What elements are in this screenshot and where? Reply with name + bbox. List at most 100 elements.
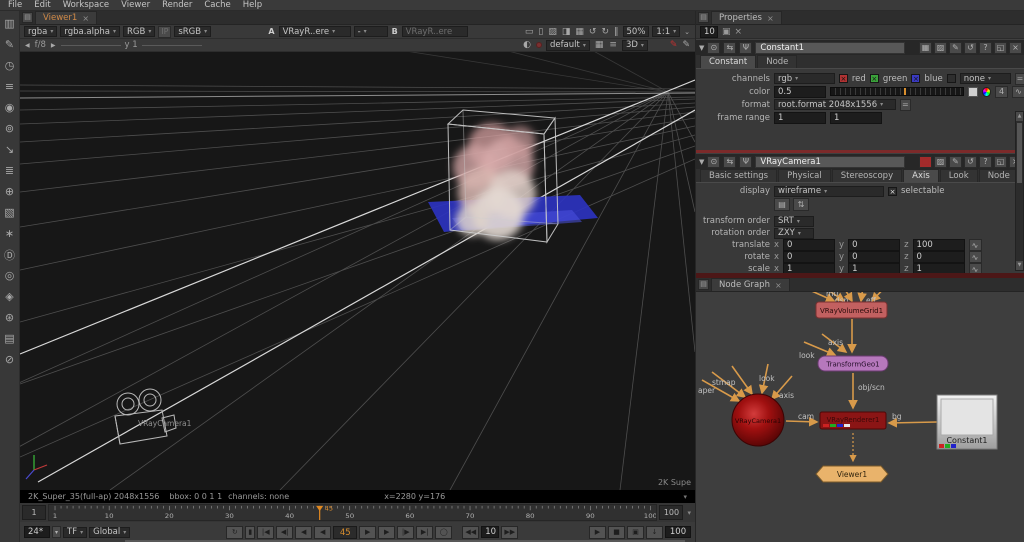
draw-icon[interactable]: ✎: [1, 34, 19, 55]
gamma-label[interactable]: y 1: [125, 40, 138, 50]
stop-render-button[interactable]: ■: [608, 525, 625, 539]
b-input-dropdown[interactable]: VRayR..ere: [401, 26, 468, 37]
thumbnail2-button[interactable]: ▨: [934, 41, 947, 54]
red-checkbox[interactable]: ×: [838, 74, 848, 83]
properties-scrollbar[interactable]: ▲ ▼: [1015, 111, 1024, 271]
menu-render[interactable]: Render: [156, 0, 198, 10]
gamma-slider[interactable]: [141, 44, 202, 46]
layer-dropdown[interactable]: rgba ▾: [24, 26, 58, 37]
close-icon[interactable]: ×: [775, 281, 782, 290]
tab-node-graph[interactable]: Node Graph ×: [711, 278, 790, 291]
proxy-mode-icon[interactable]: ▨: [547, 27, 558, 37]
scale-x-field[interactable]: 1: [783, 263, 836, 273]
viewer-process-dropdown[interactable]: default ▾: [545, 39, 590, 51]
viewer-lut-dropdown[interactable]: sRGB ▾: [174, 26, 212, 37]
node-transformgeo[interactable]: TransformGeo1: [817, 355, 889, 372]
display-dropdown[interactable]: wireframe ▾: [774, 185, 884, 197]
ocio-icon[interactable]: ⊘: [1, 349, 19, 370]
update-icon[interactable]: ↻: [600, 27, 610, 37]
timeline-ruler[interactable]: 1 10 20 30 40 50 60 70 80 90 100 45: [48, 504, 658, 521]
gain-label[interactable]: f/8: [35, 40, 46, 50]
menu-edit[interactable]: Edit: [28, 0, 56, 10]
scale-y-field[interactable]: 1: [848, 263, 901, 273]
input-process-button[interactable]: IP: [158, 25, 172, 38]
close-icon[interactable]: ×: [82, 14, 89, 23]
transform-icon[interactable]: ⊕: [1, 181, 19, 202]
time-icon[interactable]: ◷: [1, 55, 19, 76]
menu-help[interactable]: Help: [237, 0, 268, 10]
channels-fork-icon[interactable]: Ψ: [739, 41, 753, 54]
monitor-out-icon[interactable]: ◨: [561, 27, 572, 37]
alpha-layer-dropdown[interactable]: rgba.alpha ▾: [60, 26, 120, 37]
color-swatch[interactable]: [968, 86, 978, 97]
scrollbar-thumb[interactable]: [1017, 123, 1022, 183]
close-panel-button[interactable]: ×: [1009, 41, 1022, 54]
tab-constant[interactable]: Constant: [700, 55, 757, 68]
frame-range-start[interactable]: 1: [22, 505, 46, 520]
chevron-down-icon[interactable]: ⌄: [683, 28, 691, 36]
frame-range-out-field[interactable]: 1: [830, 111, 882, 124]
roto-pencil-off-icon[interactable]: ✎: [681, 40, 691, 50]
channels-fork-icon[interactable]: Ψ: [739, 155, 753, 168]
node-title-field[interactable]: Constant1: [755, 41, 906, 54]
transform-order-dropdown[interactable]: SRT ▾: [774, 215, 814, 227]
tab-basic-settings[interactable]: Basic settings: [700, 169, 778, 182]
current-frame-field[interactable]: 45: [333, 525, 358, 539]
thumbnail-button[interactable]: ▦: [919, 41, 932, 54]
max-panels-field[interactable]: 10: [700, 25, 718, 38]
fps-field[interactable]: 24*: [24, 526, 50, 538]
close-icon[interactable]: ×: [767, 14, 774, 23]
tab-look[interactable]: Look: [939, 169, 978, 182]
thumbnail2-button[interactable]: ▨: [934, 155, 947, 168]
rotate-x-field[interactable]: 0: [783, 251, 836, 263]
2d-3d-mode-dropdown[interactable]: 3D ▾: [621, 39, 648, 51]
frame-increment-field[interactable]: 10: [481, 526, 500, 538]
ab-mode-dropdown[interactable]: - ▾: [353, 26, 388, 37]
frame-range-end[interactable]: 100: [659, 505, 684, 520]
node-constant[interactable]: Constant1: [936, 394, 998, 450]
display-channels-dropdown[interactable]: RGB ▾: [123, 26, 156, 37]
center-node-icon[interactable]: ⊙: [707, 41, 721, 54]
node-title-field[interactable]: VRayCamera1: [755, 155, 906, 168]
flipbook-button[interactable]: ▶: [589, 525, 606, 539]
panel-menu-icon[interactable]: ▤: [698, 279, 709, 290]
revert-button[interactable]: ↺: [964, 155, 977, 168]
gain-slider[interactable]: [60, 44, 121, 46]
pin-button[interactable]: ✎: [949, 41, 962, 54]
scroll-up-icon[interactable]: ▲: [1016, 112, 1023, 121]
roto-pencil-icon[interactable]: ✎: [670, 40, 678, 50]
render-button[interactable]: ↓: [646, 525, 663, 539]
rotation-order-dropdown[interactable]: ZXY ▾: [774, 227, 814, 239]
refresh-icon[interactable]: ↺: [588, 27, 598, 37]
node-viewer[interactable]: Viewer1: [815, 465, 889, 483]
3d-icon[interactable]: ▧: [1, 202, 19, 223]
equals-button[interactable]: =: [900, 98, 911, 111]
menu-cache[interactable]: Cache: [198, 0, 236, 10]
range-mode-dropdown[interactable]: Global ▾: [89, 526, 131, 538]
menu-viewer[interactable]: Viewer: [115, 0, 156, 10]
tab-properties[interactable]: Properties ×: [711, 11, 782, 24]
blue-checkbox[interactable]: ×: [911, 74, 921, 83]
mask-dropdown[interactable]: none ▾: [959, 73, 1011, 84]
chevron-down-icon[interactable]: ▾: [685, 509, 693, 517]
toolsets-icon[interactable]: ⊛: [1, 307, 19, 328]
gl-color-button[interactable]: ■: [919, 155, 932, 168]
tab-physical[interactable]: Physical: [778, 169, 831, 182]
equals-button[interactable]: =: [1015, 72, 1024, 85]
tf-dropdown[interactable]: TF ▾: [63, 526, 88, 538]
animation-curve-button[interactable]: ∿: [968, 239, 982, 251]
collapse-icon[interactable]: ▼: [699, 44, 704, 52]
step-back-button[interactable]: ◀: [295, 525, 313, 539]
selectable-checkbox[interactable]: ×: [888, 186, 897, 196]
close-all-icon[interactable]: ×: [735, 27, 743, 37]
deep-icon[interactable]: Ⓓ: [1, 244, 19, 265]
playback-mode-button[interactable]: ↻: [226, 525, 244, 539]
goto-start-button[interactable]: |◀: [257, 525, 275, 539]
pin-button[interactable]: ✎: [949, 155, 962, 168]
green-checkbox[interactable]: ×: [869, 74, 879, 83]
rotate-z-field[interactable]: 0: [912, 251, 965, 263]
stop-button[interactable]: ◯: [435, 525, 453, 539]
animation-curve-button[interactable]: ∿: [1012, 85, 1024, 98]
tab-axis[interactable]: Axis: [903, 169, 939, 182]
switch-io-icon[interactable]: ⇆: [723, 155, 737, 168]
